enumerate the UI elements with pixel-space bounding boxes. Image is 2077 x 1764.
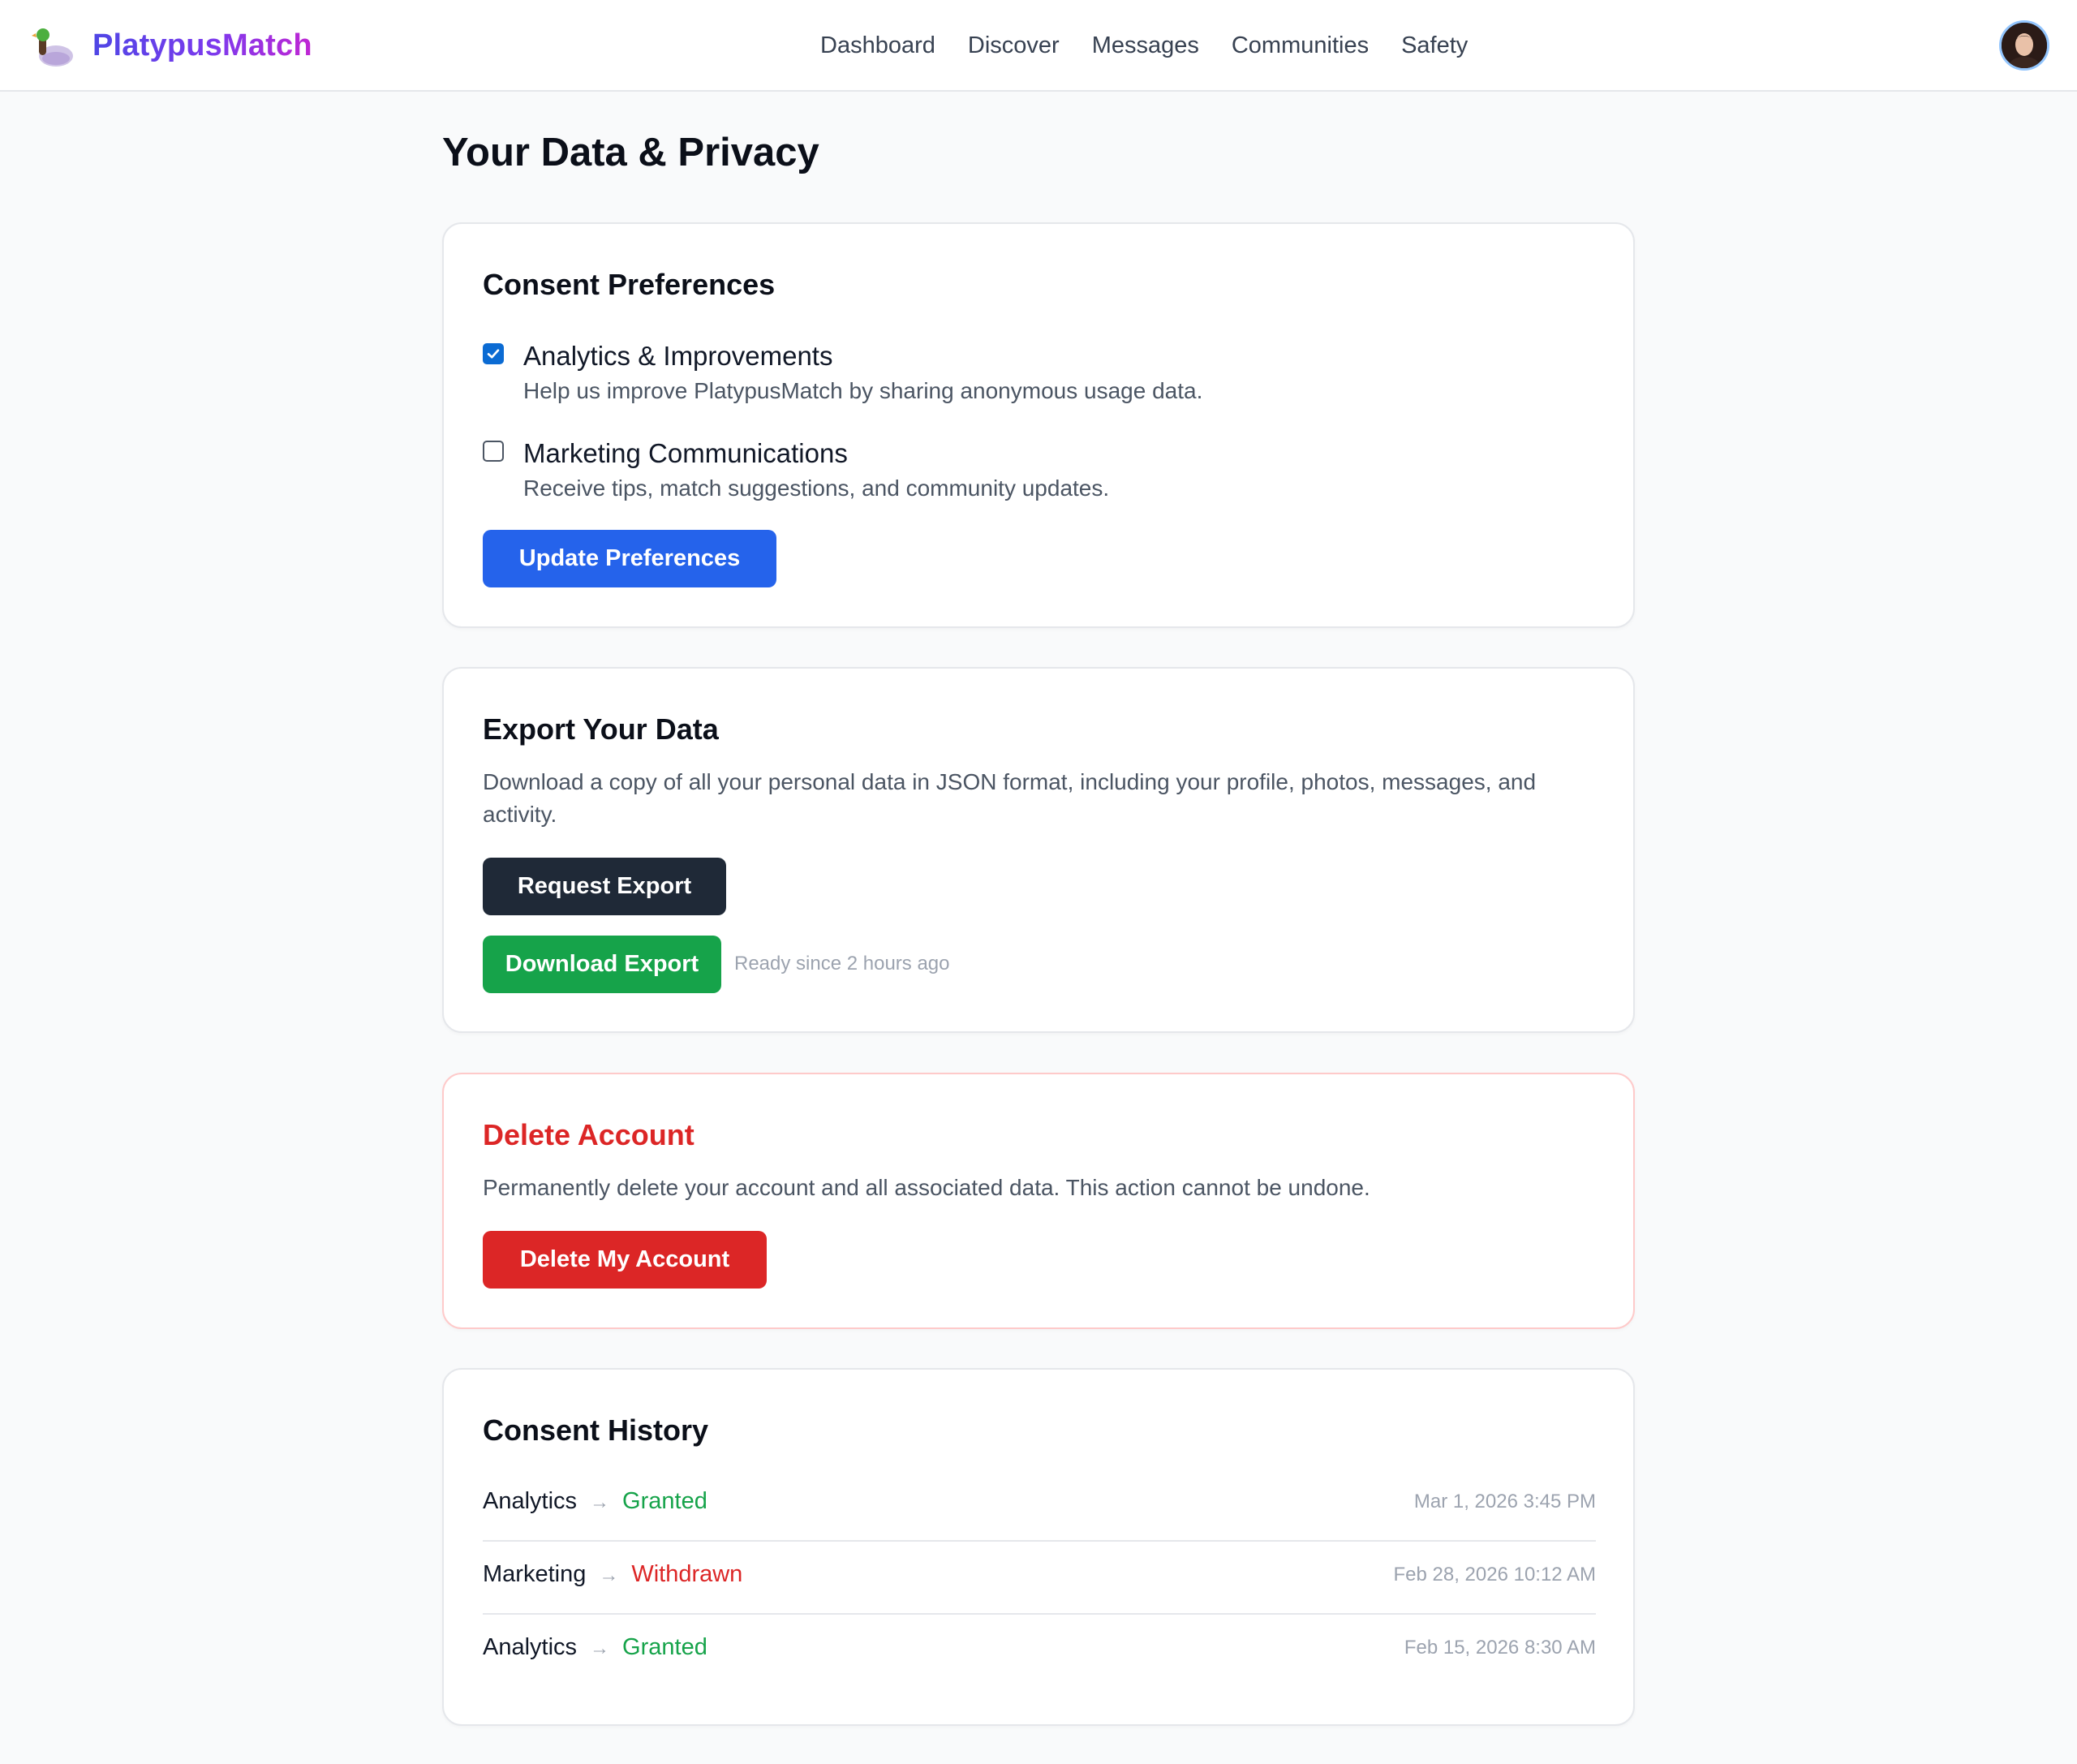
arrow-right-icon: → bbox=[590, 1637, 610, 1659]
history-consent-type: Analytics bbox=[483, 1488, 578, 1514]
history-row: Analytics → Granted Feb 15, 2026 8:30 AM bbox=[483, 1615, 1596, 1688]
consent-history-title: Consent History bbox=[483, 1413, 709, 1447]
nav-messages[interactable]: Messages bbox=[1092, 32, 1199, 59]
consent-history-card: Consent History Analytics → Granted Mar … bbox=[442, 1368, 1635, 1726]
delete-my-account-button[interactable]: Delete My Account bbox=[483, 1231, 767, 1289]
main-nav: Dashboard Discover Messages Communities … bbox=[820, 28, 1468, 63]
brand[interactable]: PlatypusMatch bbox=[31, 21, 312, 70]
delete-account-title: Delete Account bbox=[483, 1118, 694, 1151]
export-status-text: Ready since 2 hours ago bbox=[734, 953, 950, 975]
marketing-checkbox[interactable] bbox=[483, 441, 504, 462]
page-title: Your Data & Privacy bbox=[442, 131, 819, 174]
delete-account-card: Delete Account Permanently delete your a… bbox=[442, 1073, 1635, 1329]
consent-preferences-card: Consent Preferences Analytics & Improvem… bbox=[442, 222, 1635, 628]
avatar-portrait-icon bbox=[2002, 23, 2047, 68]
delete-account-description: Permanently delete your account and all … bbox=[483, 1175, 1370, 1200]
analytics-description: Help us improve PlatypusMatch by sharing… bbox=[523, 378, 1203, 403]
arrow-right-icon: → bbox=[599, 1564, 619, 1586]
request-export-button[interactable]: Request Export bbox=[483, 858, 726, 915]
check-icon bbox=[487, 349, 500, 359]
history-row: Analytics → Granted Mar 1, 2026 3:45 PM bbox=[483, 1469, 1596, 1542]
consent-preferences-title: Consent Preferences bbox=[483, 268, 776, 301]
history-date: Feb 28, 2026 10:12 AM bbox=[1393, 1564, 1596, 1585]
nav-discover[interactable]: Discover bbox=[968, 32, 1060, 59]
nav-safety[interactable]: Safety bbox=[1401, 32, 1468, 59]
nav-dashboard[interactable]: Dashboard bbox=[820, 32, 935, 59]
history-row: Marketing → Withdrawn Feb 28, 2026 10:12… bbox=[483, 1542, 1596, 1615]
analytics-checkbox[interactable] bbox=[483, 343, 504, 364]
user-avatar[interactable] bbox=[1999, 20, 2049, 71]
history-date: Mar 1, 2026 3:45 PM bbox=[1413, 1491, 1596, 1512]
nav-communities[interactable]: Communities bbox=[1232, 32, 1369, 59]
export-data-title: Export Your Data bbox=[483, 712, 719, 746]
export-data-card: Export Your Data Download a copy of all … bbox=[442, 667, 1635, 1033]
arrow-right-icon: → bbox=[590, 1491, 610, 1513]
history-consent-type: Marketing bbox=[483, 1561, 587, 1587]
marketing-label[interactable]: Marketing Communications bbox=[523, 438, 848, 469]
download-export-button[interactable]: Download Export bbox=[483, 936, 721, 993]
update-preferences-button[interactable]: Update Preferences bbox=[483, 530, 776, 587]
history-status: Granted bbox=[622, 1488, 707, 1514]
platypus-logo-icon bbox=[32, 28, 73, 67]
export-data-description: Download a copy of all your personal dat… bbox=[483, 769, 1537, 827]
history-consent-type: Analytics bbox=[483, 1634, 578, 1660]
history-status: Withdrawn bbox=[631, 1561, 743, 1587]
top-navbar: PlatypusMatch Dashboard Discover Message… bbox=[0, 0, 2077, 92]
history-date: Feb 15, 2026 8:30 AM bbox=[1404, 1637, 1596, 1659]
marketing-description: Receive tips, match suggestions, and com… bbox=[523, 475, 1110, 501]
history-status: Granted bbox=[622, 1634, 707, 1660]
analytics-label[interactable]: Analytics & Improvements bbox=[523, 341, 832, 372]
brand-name: PlatypusMatch bbox=[92, 28, 312, 62]
